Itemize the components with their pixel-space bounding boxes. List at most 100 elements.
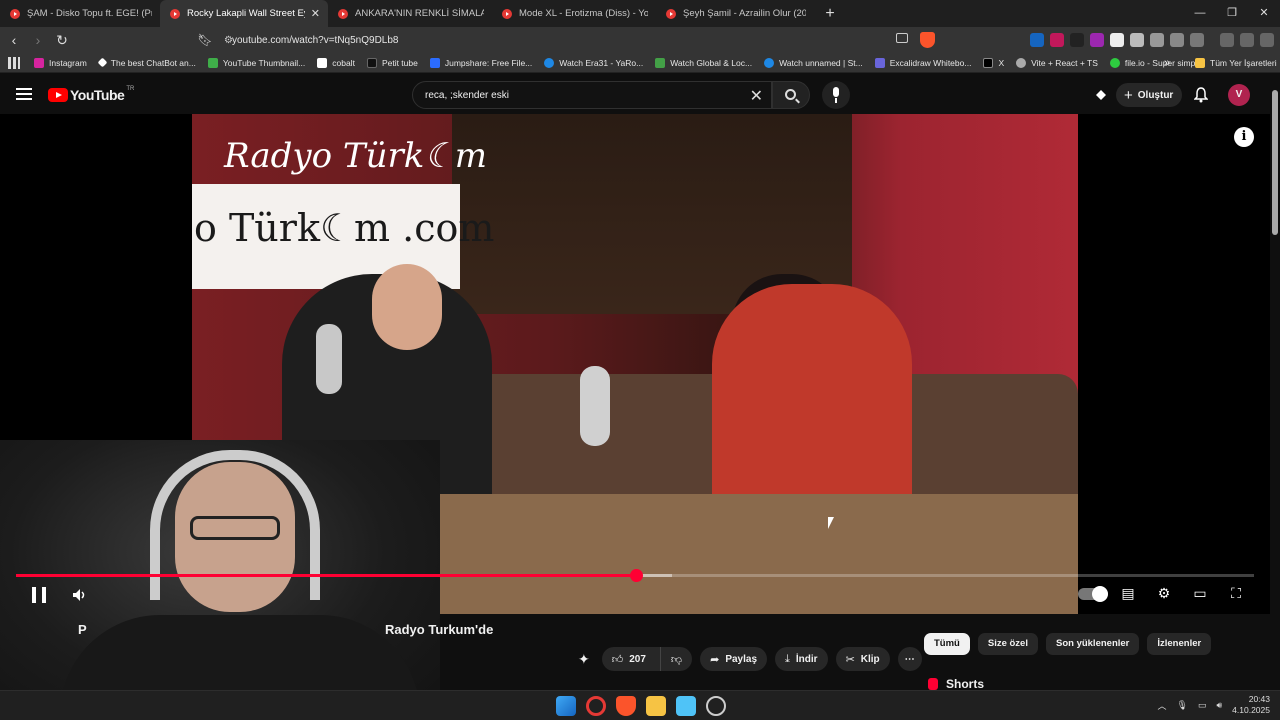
url-text[interactable]: youtube.com/watch?v=tNq5nQ9DLb8 xyxy=(232,35,399,46)
create-button[interactable]: + Oluştur xyxy=(1116,83,1182,107)
youtube-favicon-icon xyxy=(666,8,676,19)
bookmark-favicon-icon xyxy=(317,57,328,68)
bookmark-item[interactable]: Jumpshare: Free File... xyxy=(429,57,532,68)
site-settings-icon[interactable]: ⚙︎ xyxy=(224,35,233,46)
all-bookmarks-folder[interactable]: Tüm Yer İşaretleri xyxy=(1195,57,1277,68)
bookmark-item[interactable]: file.io - Super simpl... xyxy=(1109,57,1204,68)
back-icon[interactable]: ‹ xyxy=(4,32,24,48)
extension-icon[interactable] xyxy=(1110,33,1124,47)
extension-icon[interactable] xyxy=(1030,33,1044,47)
studio-microphone xyxy=(580,366,610,446)
vpn-icon[interactable] xyxy=(1240,33,1254,47)
brave-browser-icon[interactable] xyxy=(616,696,636,716)
omnibox[interactable]: 🔖︎ ⚙︎ youtube.com/watch?v=tNq5nQ9DLb8 xyxy=(196,29,916,51)
taskbar-apps xyxy=(556,696,726,716)
search-input[interactable]: reca, ;skender eski ✕ xyxy=(412,81,772,109)
extension-icon[interactable] xyxy=(1070,33,1084,47)
windows-start-icon[interactable] xyxy=(556,696,576,716)
tab-title: Şeyh Şamil - Azrailin Olur (2012) - Yo xyxy=(683,8,806,19)
scrollbar-thumb[interactable] xyxy=(1272,90,1278,235)
bookmark-favicon-icon xyxy=(1109,57,1120,68)
tab-bar: ŞAM - Disko Topu ft. EGE! (Produced Rock… xyxy=(0,0,1280,27)
apps-grid-icon[interactable] xyxy=(8,56,20,69)
cast-icon[interactable] xyxy=(896,33,908,43)
bookmark-item[interactable]: Watch Era31 - YaRo... xyxy=(544,57,643,68)
avatar[interactable]: V xyxy=(1228,84,1250,106)
browser-tab[interactable]: Mode XL - Erotizma (Diss) - YouTube xyxy=(492,0,656,27)
clock[interactable]: 20:43 4.10.2025 xyxy=(1232,694,1270,716)
extension-icon[interactable] xyxy=(1090,33,1104,47)
sponsor-icon[interactable]: ✦ xyxy=(578,651,590,668)
close-window-icon[interactable]: ✕ xyxy=(1248,0,1280,27)
search-input-value: reca, ;skender eski xyxy=(425,89,509,101)
extensions-puzzle-icon[interactable] xyxy=(1170,33,1184,47)
extension-icon[interactable] xyxy=(1130,33,1144,47)
share-button[interactable]: ➦ Paylaş xyxy=(700,647,768,671)
menu-icon[interactable] xyxy=(1260,33,1274,47)
bookmark-favicon-icon xyxy=(655,57,666,68)
streamer-webcam xyxy=(0,440,440,720)
tray-overflow-icon[interactable]: ︿ xyxy=(1158,699,1167,712)
page-scrollbar[interactable] xyxy=(1270,86,1280,686)
search-button[interactable] xyxy=(772,81,810,109)
windows-taskbar: ︿ 🎙︎ ▭ 🔊︎ 20:43 4.10.2025 xyxy=(0,690,1280,720)
chip-recently-uploaded[interactable]: Son yüklenenler xyxy=(1045,633,1140,655)
more-actions-button[interactable]: ⋯ xyxy=(897,647,922,671)
youtube-logo[interactable]: YouTube TR xyxy=(48,86,134,103)
bookmark-item[interactable]: Instagram xyxy=(34,57,87,68)
reload-icon[interactable]: ↻ xyxy=(52,32,72,49)
voice-search-mic-icon[interactable] xyxy=(822,81,850,109)
youtube-play-logo-icon xyxy=(48,88,68,102)
browser-tab-active[interactable]: Rocky Lakapli Wall Street Eylemc ✕ xyxy=(160,0,328,27)
microphone-icon[interactable]: 🎙︎ xyxy=(1177,700,1188,711)
extension-icon[interactable] xyxy=(1050,33,1064,47)
music-icon[interactable] xyxy=(1220,33,1234,47)
bookmark-item[interactable]: cobalt xyxy=(317,57,355,68)
clip-button[interactable]: ✂ Klip xyxy=(835,647,890,671)
dislike-button[interactable]: 👎︎ xyxy=(659,647,693,671)
bookmark-item[interactable]: Petit tube xyxy=(366,57,418,68)
thumbs-down-icon: 👎︎ xyxy=(670,653,683,666)
bookmark-item[interactable]: Excalidraw Whitebo... xyxy=(874,57,971,68)
like-button[interactable]: 👍︎ 207 xyxy=(601,647,660,671)
info-icon[interactable]: i xyxy=(1234,127,1254,147)
bookmark-item[interactable]: Watch Global & Loc... xyxy=(655,57,752,68)
minimize-icon[interactable]: — xyxy=(1184,0,1216,27)
browser-tab[interactable]: ŞAM - Disko Topu ft. EGE! (Produced xyxy=(0,0,160,27)
new-tab-button[interactable]: + xyxy=(820,5,840,23)
download-button[interactable]: ⤓ İndir xyxy=(775,647,828,671)
browser-tab[interactable]: ANKARA'NIN RENKLİ SİMALARINDA xyxy=(328,0,492,27)
bookmark-item[interactable]: Vite + React + TS xyxy=(1016,57,1098,68)
bookmark-item[interactable]: X xyxy=(983,57,1004,68)
bookmark-item[interactable]: The best ChatBot an... xyxy=(97,57,196,68)
browser-tab[interactable]: Şeyh Şamil - Azrailin Olur (2012) - Yo xyxy=(656,0,814,27)
opera-icon[interactable] xyxy=(586,696,606,716)
more-bookmarks-button[interactable]: » xyxy=(1164,57,1170,69)
file-explorer-icon[interactable] xyxy=(646,696,666,716)
bookmark-item[interactable]: YouTube Thumbnail... xyxy=(207,57,305,68)
thumbs-up-icon: 👍︎ xyxy=(611,653,624,666)
chip-all[interactable]: Tümü xyxy=(924,633,970,655)
app-icon[interactable] xyxy=(706,696,726,716)
cast-create-icon[interactable] xyxy=(1094,88,1108,102)
chip-for-you[interactable]: Size özel xyxy=(977,633,1038,655)
clear-search-icon[interactable]: ✕ xyxy=(750,86,763,106)
address-bar-row: ‹ › ↻ 🔖︎ ⚙︎ youtube.com/watch?v=tNq5nQ9D… xyxy=(0,27,1280,53)
tab-title: Mode XL - Erotizma (Diss) - YouTube xyxy=(519,8,648,19)
network-icon[interactable]: ▭ xyxy=(1198,700,1207,711)
extension-icon[interactable] xyxy=(1150,33,1164,47)
chip-watched[interactable]: İzlenenler xyxy=(1147,633,1212,655)
menu-hamburger-icon[interactable] xyxy=(16,88,32,100)
sidebar-icon[interactable] xyxy=(1190,33,1204,47)
speaker-icon[interactable]: 🔊︎ xyxy=(1217,700,1223,711)
close-tab-icon[interactable]: ✕ xyxy=(311,7,320,20)
maximize-icon[interactable]: ❐ xyxy=(1216,0,1248,27)
bookmark-icon[interactable]: 🔖︎ xyxy=(196,33,214,47)
bookmark-item[interactable]: Watch unnamed | St... xyxy=(764,57,863,68)
brave-shield-icon[interactable] xyxy=(920,32,935,48)
photos-icon[interactable] xyxy=(676,696,696,716)
glasses xyxy=(190,516,280,540)
forward-icon[interactable]: › xyxy=(28,32,48,48)
bookmark-favicon-icon xyxy=(97,57,108,68)
notifications-bell-icon[interactable] xyxy=(1194,87,1208,103)
